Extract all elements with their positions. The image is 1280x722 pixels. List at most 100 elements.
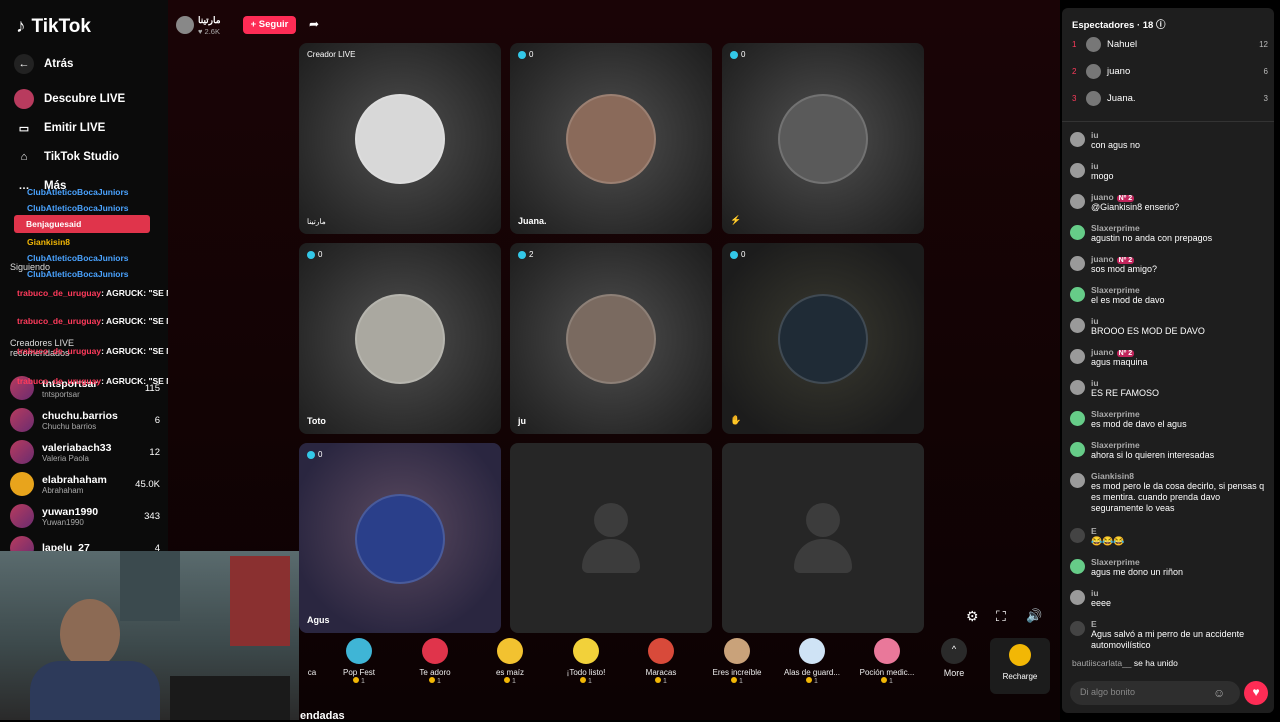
- avatar: [1086, 64, 1101, 79]
- streamer-body: [30, 661, 160, 720]
- guest-name: ju: [518, 416, 526, 426]
- gift-item[interactable]: Eres increíble 1: [703, 638, 771, 685]
- guest-name: مارتينا: [307, 217, 326, 226]
- host-avatar[interactable]: [176, 16, 194, 34]
- guest-avatar: [778, 94, 868, 184]
- creator-item[interactable]: valeriabach33 Valeria Paola 12: [10, 440, 160, 464]
- person-placeholder-icon: [806, 503, 840, 537]
- guest-count: 0: [307, 450, 322, 459]
- overlay-user: Giankisin8: [27, 237, 70, 247]
- gift-item[interactable]: Te adoro 1: [401, 638, 469, 685]
- guest-name: Toto: [307, 416, 326, 426]
- divider: [1062, 121, 1274, 122]
- right-panel: Espectadores · 18 ⓘ 1 Nahuel 12 2 juano 6 3J…: [1062, 8, 1274, 713]
- avatar: [10, 408, 34, 432]
- chevron-up-icon: ^: [941, 638, 967, 664]
- webcam-overlay: [0, 551, 299, 720]
- guest-tile[interactable]: 0 ⚡: [722, 43, 924, 234]
- diamond-icon: [307, 450, 315, 459]
- chat-comment: Slaxerprime agus me dono un riñon: [1070, 557, 1266, 578]
- guest-tile[interactable]: Creador LIVE مارتينا: [299, 43, 501, 234]
- creator-item[interactable]: elabrahaham Abrahaham 45.0K: [10, 472, 160, 496]
- empty-seat[interactable]: [510, 443, 712, 633]
- gift-item[interactable]: Maracas 1: [627, 638, 695, 685]
- guest-tile[interactable]: 2 ju: [510, 243, 712, 434]
- chat-comment: Slaxerprime el es mod de davo: [1070, 285, 1266, 306]
- nav-go-live[interactable]: ▭ Emitir LIVE: [14, 118, 106, 138]
- chat-comment: juano Nº 2 @Giankisin8 enserio?: [1070, 192, 1266, 213]
- chat-comment: E 😂😂😂: [1070, 526, 1266, 547]
- fullscreen-icon[interactable]: ⛶: [996, 608, 1006, 625]
- diamond-icon: [730, 50, 738, 59]
- tiktok-logo[interactable]: ♪ TikTok: [16, 16, 91, 38]
- gift-item[interactable]: Pop Fest 1: [325, 638, 393, 685]
- door: [120, 551, 180, 621]
- guest-name: Agus: [307, 615, 330, 625]
- gift-item[interactable]: Poción medic... 1: [853, 638, 921, 685]
- gift-item[interactable]: ¡Todo listo! 1: [552, 638, 620, 685]
- gift-icon: [422, 638, 448, 664]
- overlay-user: ClubAtleticoBocaJuniors: [27, 253, 129, 263]
- guest-tile[interactable]: 0 ✋: [722, 243, 924, 434]
- emoji-icon[interactable]: ☺: [1213, 686, 1225, 700]
- guest-count: 0: [730, 250, 745, 259]
- diamond-icon: [518, 250, 526, 259]
- viewer-row[interactable]: 2 juano 6: [1072, 64, 1268, 79]
- guest-count: 2: [518, 250, 533, 259]
- chat-comment: iu BROOO ES MOD DE DAVO: [1070, 316, 1266, 337]
- overlay-user: ClubAtleticoBocaJuniors: [27, 187, 129, 197]
- guest-tile[interactable]: 0 Juana.: [510, 43, 712, 234]
- guest-count: 0: [307, 250, 322, 259]
- guest-count: 0: [730, 50, 745, 59]
- gift-icon: [573, 638, 599, 664]
- gift-icon: [346, 638, 372, 664]
- gift-item[interactable]: es maíz 1: [476, 638, 544, 685]
- gift-icon: [724, 638, 750, 664]
- guest-avatar: [355, 94, 445, 184]
- viewer-row[interactable]: 1 Nahuel 12: [1072, 37, 1268, 52]
- avatar: [10, 472, 34, 496]
- chat-comment: Giankisin8 es mod pero le da cosa decirlo…: [1070, 471, 1266, 514]
- creator-item[interactable]: chuchu.barrios Chuchu barrios 6: [10, 408, 160, 432]
- hand-icon: ✋: [730, 415, 742, 425]
- nav-tiktok-studio[interactable]: ⌂ TikTok Studio: [14, 147, 119, 167]
- chat-comment: iu ES RE FAMOSO: [1070, 378, 1266, 399]
- chat-comment: Slaxerprime agustin no anda con prepagos: [1070, 223, 1266, 244]
- overlay-user: ClubAtleticoBocaJuniors: [27, 203, 129, 213]
- overlay-user: ClubAtleticoBocaJuniors: [27, 269, 129, 279]
- viewer-row[interactable]: 3 Juana. 3: [1072, 91, 1268, 106]
- guest-name: Juana.: [518, 216, 547, 226]
- guest-tile[interactable]: 0 Agus: [299, 443, 501, 633]
- guest-tile[interactable]: 0 Toto: [299, 243, 501, 434]
- arrow-left-icon: ←: [14, 54, 34, 74]
- avatar: [1086, 91, 1101, 106]
- coin-icon: [1009, 644, 1031, 666]
- diamond-icon: [307, 250, 315, 259]
- more-gifts-button[interactable]: ^ More: [920, 638, 988, 678]
- chat-comment: juano Nº 2 agus maquina: [1070, 347, 1266, 368]
- desk: [170, 676, 290, 720]
- info-icon[interactable]: ⓘ: [1156, 20, 1166, 31]
- share-icon[interactable]: ➦: [309, 17, 319, 31]
- guest-count: 0: [518, 50, 533, 59]
- gift-icon: [799, 638, 825, 664]
- streamer-face: [60, 599, 120, 669]
- volume-icon[interactable]: 🔊: [1026, 608, 1042, 624]
- heart-icon[interactable]: ♥: [1244, 681, 1268, 705]
- guest-avatar: [778, 294, 868, 384]
- back-button[interactable]: ← Atrás: [14, 54, 73, 74]
- poster: [230, 556, 290, 646]
- gift-item[interactable]: Alas de guard... 1: [778, 638, 846, 685]
- creator-item[interactable]: yuwan1990 Yuwan1990 343: [10, 504, 160, 528]
- guest-avatar: [355, 294, 445, 384]
- recharge-button[interactable]: Recharge: [990, 638, 1050, 694]
- follow-button[interactable]: + Seguir: [243, 16, 296, 34]
- chat-comment: E Agus salvó a mi perro de un accidente a…: [1070, 619, 1266, 651]
- settings-icon[interactable]: ⚙: [966, 608, 979, 625]
- gift-bar: ca Pop Fest 1 Te adoro 1 es maíz 1 ¡Todo li…: [300, 634, 980, 696]
- empty-seat[interactable]: [722, 443, 924, 633]
- chat-comment: iu mogo: [1070, 161, 1266, 182]
- chat-comment: juano Nº 2 sos mod amigo?: [1070, 254, 1266, 275]
- host-likes: ♥ 2.6K: [198, 27, 220, 36]
- nav-discover-live[interactable]: Descubre LIVE: [14, 89, 125, 109]
